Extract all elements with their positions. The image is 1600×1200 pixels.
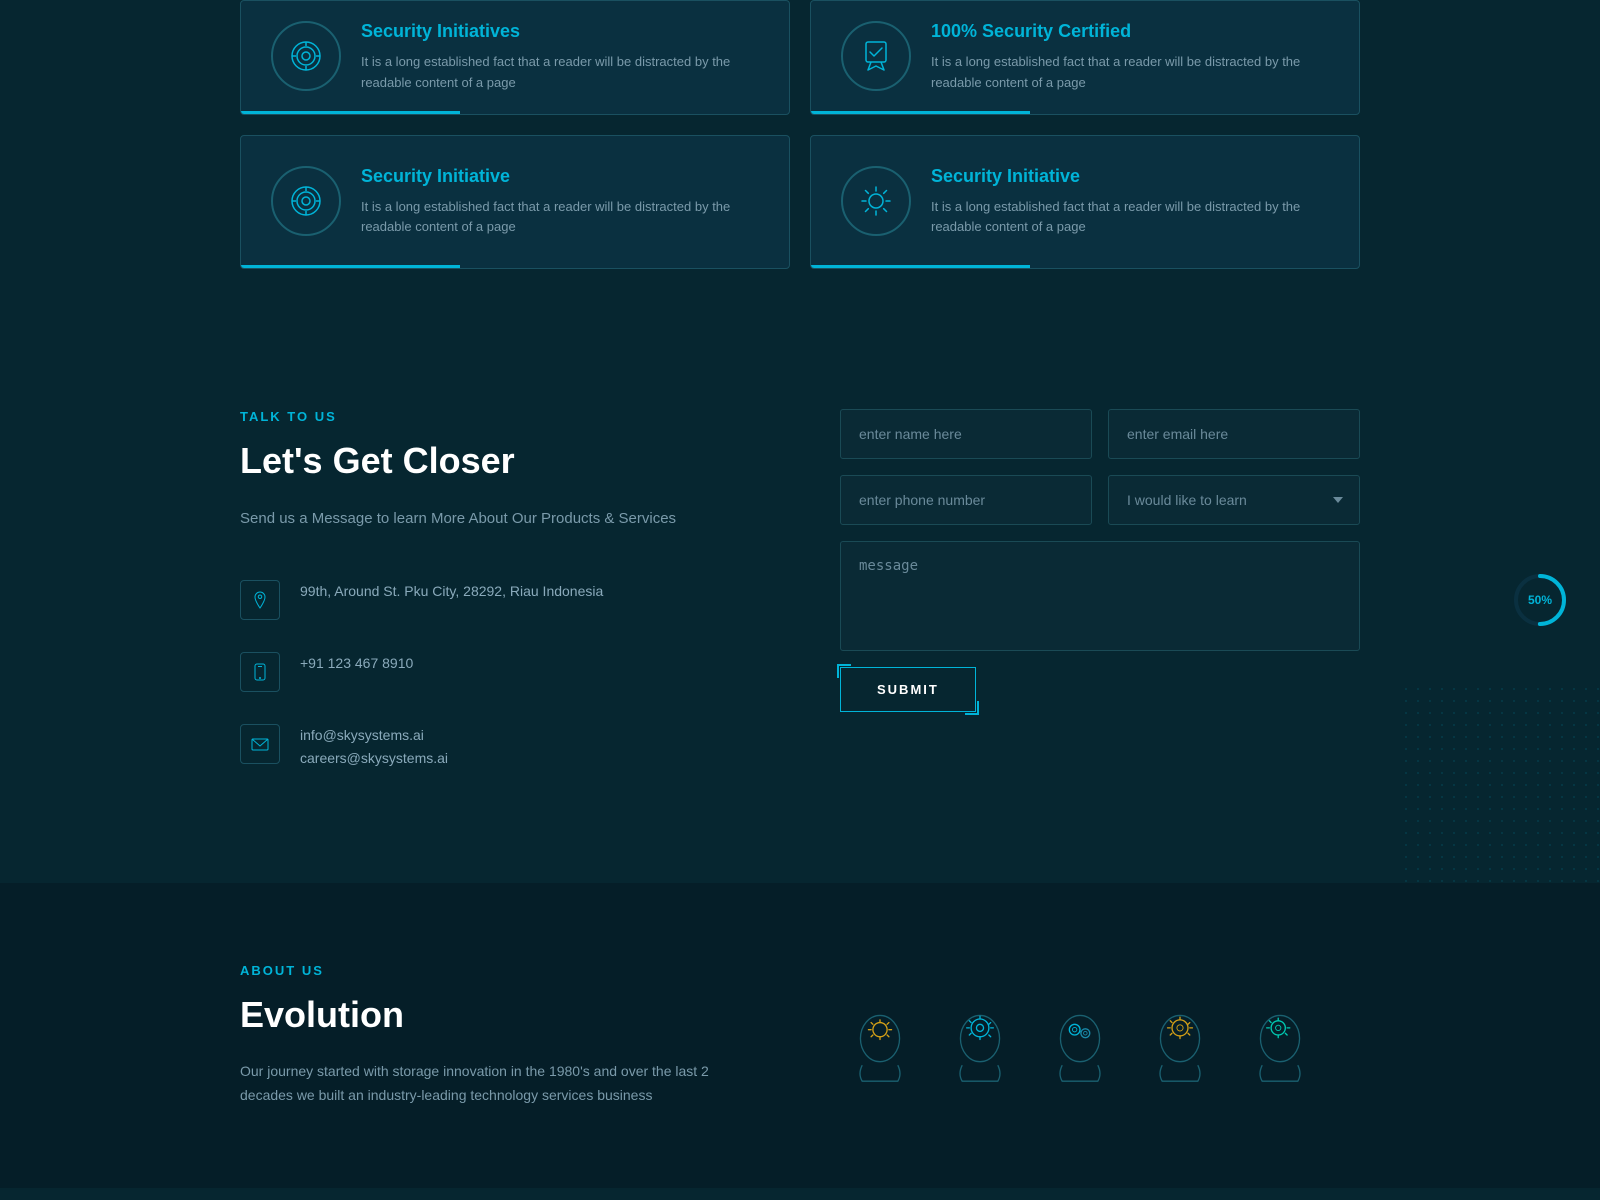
top-card-left-desc: It is a long established fact that a rea… bbox=[361, 52, 759, 94]
contact-phone-item: +91 123 467 8910 bbox=[240, 652, 760, 692]
email-icon bbox=[240, 724, 280, 764]
card-2-title: Security Initiative bbox=[931, 166, 1329, 187]
contact-section: TALK TO US Let's Get Closer Send us a Me… bbox=[0, 329, 1600, 883]
contact-phone-text: +91 123 467 8910 bbox=[300, 652, 413, 676]
dot-pattern-decoration bbox=[1400, 683, 1600, 883]
head-icon-3 bbox=[1040, 1003, 1120, 1083]
head-icon-5 bbox=[1240, 1003, 1320, 1083]
card-2-content: Security Initiative It is a long establi… bbox=[931, 166, 1329, 239]
email-input[interactable] bbox=[1108, 409, 1360, 459]
head-icon-4 bbox=[1140, 1003, 1220, 1083]
cards-grid: Security Initiative It is a long establi… bbox=[240, 135, 1360, 270]
about-section-tag: ABOUT US bbox=[240, 963, 760, 978]
phone-input[interactable] bbox=[840, 475, 1092, 525]
card-icon-badge bbox=[841, 21, 911, 91]
top-card-left-title: Security Initiatives bbox=[361, 21, 759, 42]
card-1-title: Security Initiative bbox=[361, 166, 759, 187]
form-row-2: I would like to learn Product Inquiry Su… bbox=[840, 475, 1360, 525]
top-cards-section: Security Initiatives It is a long establ… bbox=[0, 0, 1600, 135]
contact-subtitle: Send us a Message to learn More About Ou… bbox=[240, 506, 760, 532]
contact-address-text: 99th, Around St. Pku City, 28292, Riau I… bbox=[300, 580, 603, 604]
head-icon-2 bbox=[940, 1003, 1020, 1083]
top-card-left-content: Security Initiatives It is a long establ… bbox=[361, 21, 759, 94]
card-1-desc: It is a long established fact that a rea… bbox=[361, 197, 759, 239]
card-2-icon bbox=[841, 166, 911, 236]
about-description: Our journey started with storage innovat… bbox=[240, 1060, 760, 1108]
phone-icon bbox=[240, 652, 280, 692]
about-heading: Evolution bbox=[240, 994, 760, 1036]
about-icons bbox=[840, 963, 1360, 1083]
contact-inner: TALK TO US Let's Get Closer Send us a Me… bbox=[240, 409, 1360, 803]
card-icon-target bbox=[271, 21, 341, 91]
head-icon-1 bbox=[840, 1003, 920, 1083]
contact-email-text: info@skysystems.ai careers@skysystems.ai bbox=[300, 724, 448, 772]
about-inner: ABOUT US Evolution Our journey started w… bbox=[240, 963, 1360, 1108]
contact-left: TALK TO US Let's Get Closer Send us a Me… bbox=[240, 409, 760, 803]
about-section: ABOUT US Evolution Our journey started w… bbox=[0, 883, 1600, 1188]
card-2-desc: It is a long established fact that a rea… bbox=[931, 197, 1329, 239]
submit-button[interactable]: SUBMIT bbox=[840, 667, 976, 712]
contact-form: I would like to learn Product Inquiry Su… bbox=[840, 409, 1360, 712]
about-left: ABOUT US Evolution Our journey started w… bbox=[240, 963, 760, 1108]
subject-select[interactable]: I would like to learn Product Inquiry Su… bbox=[1108, 475, 1360, 525]
contact-address-item: 99th, Around St. Pku City, 28292, Riau I… bbox=[240, 580, 760, 620]
name-input[interactable] bbox=[840, 409, 1092, 459]
card-1: Security Initiative It is a long establi… bbox=[240, 135, 790, 270]
progress-text: 50% bbox=[1528, 593, 1552, 607]
location-icon bbox=[240, 580, 280, 620]
top-card-right-content: 100% Security Certified It is a long est… bbox=[931, 21, 1329, 94]
card-2: Security Initiative It is a long establi… bbox=[810, 135, 1360, 270]
form-row-1 bbox=[840, 409, 1360, 459]
contact-section-tag: TALK TO US bbox=[240, 409, 760, 424]
cards-section: Security Initiative It is a long establi… bbox=[0, 135, 1600, 330]
card-1-content: Security Initiative It is a long establi… bbox=[361, 166, 759, 239]
top-card-right: 100% Security Certified It is a long est… bbox=[810, 0, 1360, 115]
message-textarea[interactable] bbox=[840, 541, 1360, 651]
top-card-right-title: 100% Security Certified bbox=[931, 21, 1329, 42]
contact-email-item: info@skysystems.ai careers@skysystems.ai bbox=[240, 724, 760, 772]
top-card-left: Security Initiatives It is a long establ… bbox=[240, 0, 790, 115]
top-card-right-desc: It is a long established fact that a rea… bbox=[931, 52, 1329, 94]
progress-circle: 50% bbox=[1510, 570, 1570, 630]
contact-heading: Let's Get Closer bbox=[240, 440, 760, 482]
card-1-icon bbox=[271, 166, 341, 236]
